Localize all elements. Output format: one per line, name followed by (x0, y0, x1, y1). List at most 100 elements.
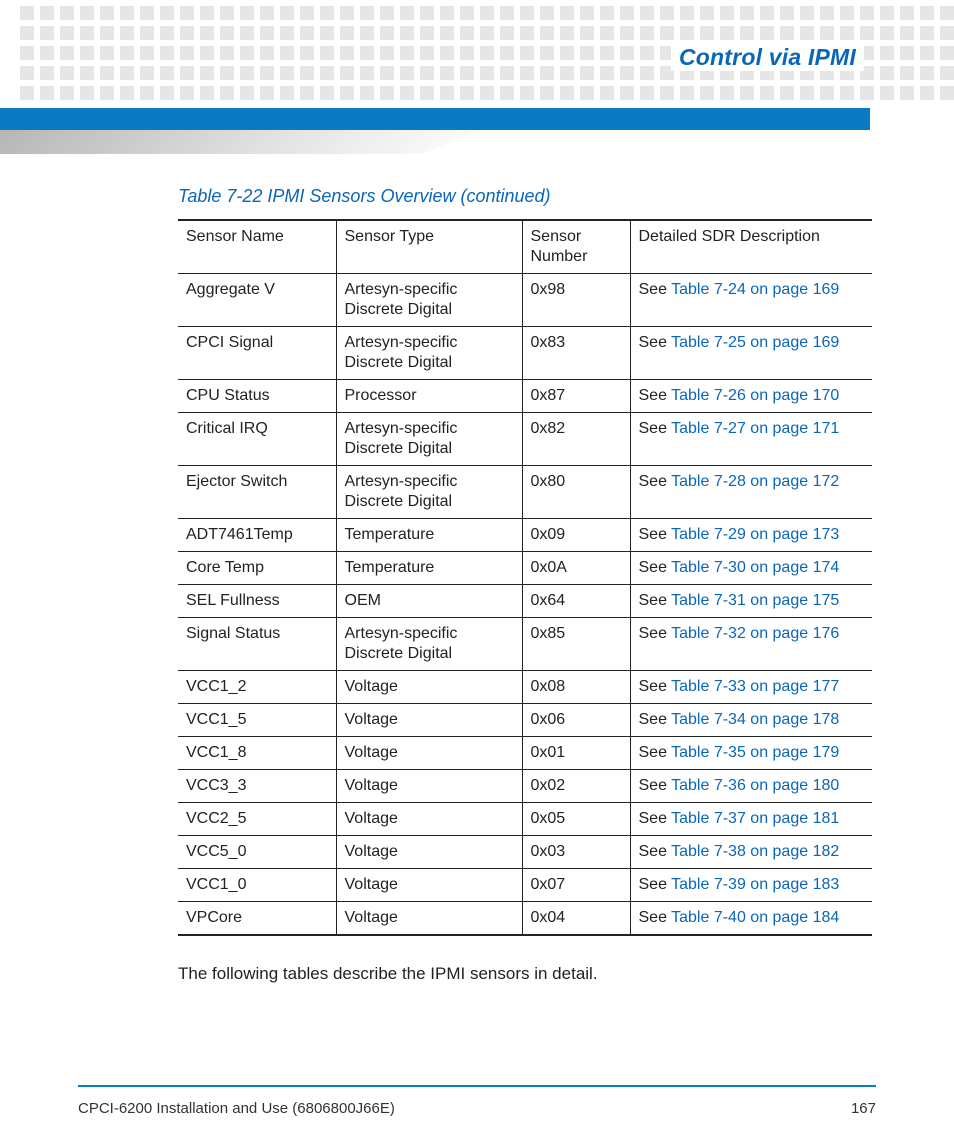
cell-sensor-type: Temperature (336, 519, 522, 552)
cell-detailed-sdr: See Table 7-28 on page 172 (630, 466, 872, 519)
cell-sensor-type: Artesyn-specific Discrete Digital (336, 618, 522, 671)
cell-sensor-number: 0x09 (522, 519, 630, 552)
sdr-cross-reference-link[interactable]: Table 7-34 on page 178 (671, 711, 839, 728)
cell-sensor-type: OEM (336, 585, 522, 618)
cell-sensor-name: VCC1_0 (178, 869, 336, 902)
cell-detailed-sdr: See Table 7-35 on page 179 (630, 737, 872, 770)
sdr-cross-reference-link[interactable]: Table 7-27 on page 171 (671, 420, 839, 437)
cell-sensor-name: Core Temp (178, 552, 336, 585)
footer-page-number: 167 (851, 1100, 876, 1117)
cell-sensor-name: Ejector Switch (178, 466, 336, 519)
sdr-cross-reference-link[interactable]: Table 7-33 on page 177 (671, 678, 839, 695)
cell-sensor-name: Signal Status (178, 618, 336, 671)
header-blue-bar (0, 108, 870, 130)
table-row: Critical IRQArtesyn-specific Discrete Di… (178, 413, 872, 466)
cell-sensor-type: Voltage (336, 902, 522, 936)
sdr-cross-reference-link[interactable]: Table 7-24 on page 169 (671, 281, 839, 298)
sdr-cross-reference-link[interactable]: Table 7-31 on page 175 (671, 592, 839, 609)
see-prefix: See (639, 592, 672, 609)
col-sensor-number: Sensor Number (522, 220, 630, 274)
sdr-cross-reference-link[interactable]: Table 7-38 on page 182 (671, 843, 839, 860)
cell-sensor-type: Voltage (336, 770, 522, 803)
see-prefix: See (639, 744, 672, 761)
see-prefix: See (639, 281, 672, 298)
sdr-cross-reference-link[interactable]: Table 7-40 on page 184 (671, 909, 839, 926)
cell-sensor-number: 0x02 (522, 770, 630, 803)
cell-detailed-sdr: See Table 7-36 on page 180 (630, 770, 872, 803)
cell-sensor-name: CPCI Signal (178, 327, 336, 380)
table-header-row: Sensor Name Sensor Type Sensor Number De… (178, 220, 872, 274)
cell-detailed-sdr: See Table 7-38 on page 182 (630, 836, 872, 869)
see-prefix: See (639, 526, 672, 543)
sdr-cross-reference-link[interactable]: Table 7-29 on page 173 (671, 526, 839, 543)
cell-sensor-number: 0x08 (522, 671, 630, 704)
cell-detailed-sdr: See Table 7-32 on page 176 (630, 618, 872, 671)
cell-sensor-type: Temperature (336, 552, 522, 585)
table-row: VCC5_0Voltage0x03See Table 7-38 on page … (178, 836, 872, 869)
see-prefix: See (639, 777, 672, 794)
cell-detailed-sdr: See Table 7-37 on page 181 (630, 803, 872, 836)
footer-doc-title: CPCI-6200 Installation and Use (6806800J… (78, 1100, 395, 1117)
cell-sensor-name: VCC5_0 (178, 836, 336, 869)
sdr-cross-reference-link[interactable]: Table 7-25 on page 169 (671, 334, 839, 351)
cell-sensor-type: Voltage (336, 869, 522, 902)
table-row: SEL FullnessOEM0x64See Table 7-31 on pag… (178, 585, 872, 618)
see-prefix: See (639, 387, 672, 404)
sdr-cross-reference-link[interactable]: Table 7-35 on page 179 (671, 744, 839, 761)
col-detailed-sdr: Detailed SDR Description (630, 220, 872, 274)
cell-detailed-sdr: See Table 7-25 on page 169 (630, 327, 872, 380)
cell-sensor-type: Voltage (336, 836, 522, 869)
cell-sensor-name: Aggregate V (178, 274, 336, 327)
cell-detailed-sdr: See Table 7-29 on page 173 (630, 519, 872, 552)
table-row: CPCI SignalArtesyn-specific Discrete Dig… (178, 327, 872, 380)
cell-sensor-type: Artesyn-specific Discrete Digital (336, 327, 522, 380)
table-row: VCC1_0Voltage0x07 See Table 7-39 on page … (178, 869, 872, 902)
ipmi-sensors-table: Sensor Name Sensor Type Sensor Number De… (178, 219, 872, 936)
sdr-cross-reference-link[interactable]: Table 7-26 on page 170 (671, 387, 839, 404)
see-prefix: See (639, 843, 672, 860)
cell-detailed-sdr: See Table 7-40 on page 184 (630, 902, 872, 936)
see-prefix: See (639, 559, 672, 576)
footer-rule (78, 1085, 876, 1087)
cell-sensor-number: 0x80 (522, 466, 630, 519)
cell-detailed-sdr: See Table 7-30 on page 174 (630, 552, 872, 585)
cell-sensor-type: Artesyn-specific Discrete Digital (336, 466, 522, 519)
cell-sensor-number: 0x82 (522, 413, 630, 466)
cell-sensor-number: 0x01 (522, 737, 630, 770)
see-prefix: See (639, 420, 672, 437)
sdr-cross-reference-link[interactable]: Table 7-32 on page 176 (671, 625, 839, 642)
sdr-cross-reference-link[interactable]: Table 7-37 on page 181 (671, 810, 839, 827)
cell-sensor-number: 0x87 (522, 380, 630, 413)
body-paragraph: The following tables describe the IPMI s… (178, 964, 872, 984)
table-row: Signal StatusArtesyn-specific Discrete D… (178, 618, 872, 671)
table-row: Ejector SwitchArtesyn-specific Discrete … (178, 466, 872, 519)
cell-sensor-number: 0x85 (522, 618, 630, 671)
cell-sensor-name: VPCore (178, 902, 336, 936)
cell-sensor-number: 0x07 (522, 869, 630, 902)
cell-sensor-type: Voltage (336, 737, 522, 770)
see-prefix: See (639, 334, 672, 351)
cell-sensor-number: 0x83 (522, 327, 630, 380)
cell-detailed-sdr: See Table 7-24 on page 169 (630, 274, 872, 327)
cell-sensor-name: ADT7461Temp (178, 519, 336, 552)
see-prefix: See (639, 909, 672, 926)
see-prefix: See (639, 876, 672, 893)
sdr-cross-reference-link[interactable]: Table 7-36 on page 180 (671, 777, 839, 794)
cell-sensor-name: VCC1_2 (178, 671, 336, 704)
cell-detailed-sdr: See Table 7-27 on page 171 (630, 413, 872, 466)
cell-sensor-name: SEL Fullness (178, 585, 336, 618)
col-sensor-name: Sensor Name (178, 220, 336, 274)
table-row: VCC1_5Voltage0x06See Table 7-34 on page … (178, 704, 872, 737)
cell-sensor-number: 0x0A (522, 552, 630, 585)
see-prefix: See (639, 625, 672, 642)
sdr-cross-reference-link[interactable]: Table 7-30 on page 174 (671, 559, 839, 576)
table-row: ADT7461TempTemperature0x09See Table 7-29… (178, 519, 872, 552)
cell-sensor-number: 0x04 (522, 902, 630, 936)
cell-detailed-sdr: See Table 7-31 on page 175 (630, 585, 872, 618)
col-sensor-type: Sensor Type (336, 220, 522, 274)
sdr-cross-reference-link[interactable]: Table 7-28 on page 172 (671, 473, 839, 490)
cell-sensor-type: Processor (336, 380, 522, 413)
chapter-title: Control via IPMI (671, 44, 864, 71)
cell-sensor-type: Voltage (336, 803, 522, 836)
sdr-cross-reference-link[interactable]: Table 7-39 on page 183 (671, 876, 839, 893)
